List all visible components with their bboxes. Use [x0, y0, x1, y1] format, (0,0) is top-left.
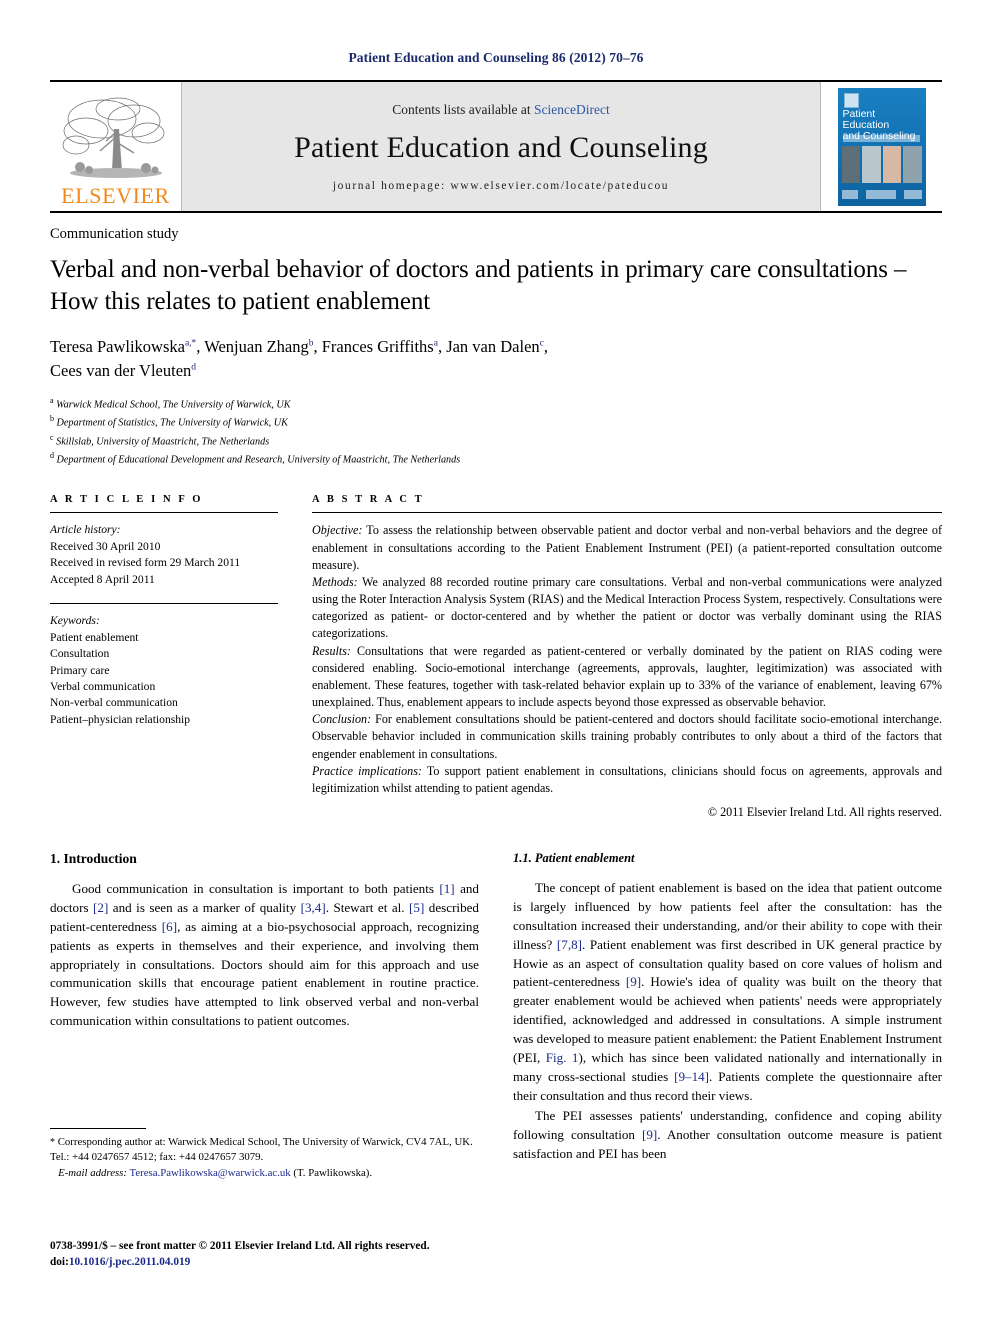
- article-title: Verbal and non-verbal behavior of doctor…: [50, 256, 907, 315]
- author-name[interactable]: Teresa Pawlikowska: [50, 337, 185, 356]
- footnote-divider: [50, 1128, 146, 1129]
- keyword-item: Verbal communication: [50, 679, 156, 693]
- cover-footer-logos: [841, 188, 922, 201]
- affiliation-item: b Department of Statistics, The Universi…: [50, 414, 288, 429]
- citation-link[interactable]: [9]: [642, 1127, 657, 1142]
- elsevier-logo: ELSEVIER: [50, 82, 182, 211]
- paragraph: The PEI assesses patients' understanding…: [513, 1108, 942, 1162]
- journal-article-page: Patient Education and Counseling 86 (201…: [0, 0, 992, 1323]
- article-history-label: Article history:: [50, 523, 121, 537]
- running-head: Patient Education and Counseling 86 (201…: [348, 50, 644, 65]
- keywords-label: Keywords:: [50, 614, 100, 628]
- corresponding-author-note: * Corresponding author at: Warwick Medic…: [50, 1136, 473, 1179]
- journal-homepage-link[interactable]: journal homepage: www.elsevier.com/locat…: [333, 180, 669, 192]
- figure-link[interactable]: Fig. 1: [546, 1050, 579, 1065]
- keyword-item: Consultation: [50, 647, 110, 661]
- author-list: Teresa Pawlikowskaa,*, Wenjuan Zhangb, F…: [50, 337, 548, 380]
- abstract-methods: Methods: We analyzed 88 recorded routine…: [312, 574, 942, 641]
- author-affil-marker: c: [539, 338, 544, 349]
- body-column-left: 1. Introduction Good communication in co…: [50, 851, 479, 1166]
- affiliation-list: a Warwick Medical School, The University…: [50, 395, 942, 469]
- citation-link[interactable]: [2]: [93, 900, 108, 915]
- history-item: Accepted 8 April 2011: [50, 572, 155, 586]
- article-history-block: Article history: Received 30 April 2010 …: [50, 513, 278, 588]
- contents-prefix: Contents lists available at: [392, 101, 531, 117]
- sciencedirect-link[interactable]: ScienceDirect: [534, 102, 610, 117]
- author-name[interactable]: Jan van Dalen: [446, 337, 539, 356]
- keyword-item: Primary care: [50, 663, 110, 677]
- author-name[interactable]: Wenjuan Zhang: [204, 337, 309, 356]
- citation-link[interactable]: [5]: [409, 900, 424, 915]
- abstract-copyright: © 2011 Elsevier Ireland Ltd. All rights …: [707, 805, 942, 820]
- article-info-heading: A R T I C L E I N F O: [50, 494, 204, 506]
- info-abstract-region: A R T I C L E I N F O Article history: R…: [50, 494, 942, 821]
- elsevier-wordmark: ELSEVIER: [61, 183, 170, 208]
- keyword-item: Non-verbal communication: [50, 696, 178, 710]
- keywords-block: Keywords: Patient enablement Consultatio…: [50, 604, 278, 728]
- abstract-conclusion: Conclusion: For enablement consultations…: [312, 712, 942, 761]
- paragraph: The concept of patient enablement is bas…: [513, 880, 942, 1103]
- cover-subtitle-bar: [842, 134, 920, 142]
- doi-line: doi:10.1016/j.pec.2011.04.019: [50, 1256, 191, 1269]
- journal-title: Patient Education and Counseling: [294, 130, 708, 164]
- article-info-column: A R T I C L E I N F O Article history: R…: [50, 494, 278, 821]
- affiliation-item: a Warwick Medical School, The University…: [50, 395, 291, 411]
- citation-link[interactable]: [1]: [439, 881, 454, 896]
- imprint-block: 0738-3991/$ – see front matter © 2011 El…: [50, 1238, 550, 1270]
- citation-link[interactable]: [7,8]: [557, 937, 582, 952]
- citation-link[interactable]: [9–14]: [674, 1069, 709, 1084]
- abstract-results: Results: Consultations that were regarde…: [312, 643, 942, 710]
- citation-link[interactable]: [9]: [626, 974, 641, 989]
- footnote-area: * Corresponding author at: Warwick Medic…: [50, 1128, 479, 1181]
- author-affil-marker: d: [191, 362, 197, 373]
- abstract-body: Objective: To assess the relationship be…: [312, 513, 942, 821]
- paragraph: Good communication in consultation is im…: [50, 881, 480, 1029]
- abstract-objective: Objective: To assess the relationship be…: [312, 523, 942, 572]
- subsection-heading-patient-enablement: 1.1. Patient enablement: [513, 851, 635, 866]
- history-item: Received 30 April 2010: [50, 539, 161, 553]
- article-type: Communication study: [50, 226, 179, 242]
- citation-link[interactable]: [6]: [162, 919, 177, 934]
- doi-link[interactable]: 10.1016/j.pec.2011.04.019: [69, 1256, 190, 1268]
- journal-cover-thumbnail: Patient Education and Counseling: [820, 82, 942, 211]
- author-name[interactable]: Frances Griffiths: [322, 337, 434, 356]
- affiliation-item: d Department of Educational Development …: [50, 450, 461, 466]
- author-name[interactable]: Cees van der Vleuten: [50, 361, 191, 380]
- author-affil-marker: a: [433, 338, 438, 349]
- elsevier-tree-icon: [56, 93, 176, 185]
- body-column-right: 1.1. Patient enablement The concept of p…: [513, 851, 942, 1166]
- email-label: E-mail address:: [58, 1166, 127, 1179]
- abstract-column: A B S T R A C T Objective: To assess the…: [312, 494, 942, 821]
- article-body: 1. Introduction Good communication in co…: [50, 851, 942, 1166]
- affiliation-item: c Skillslab, University of Maastricht, T…: [50, 432, 270, 447]
- keyword-item: Patient–physician relationship: [50, 712, 191, 726]
- cover-photo-strip: [841, 145, 922, 183]
- masthead-center: Contents lists available at ScienceDirec…: [182, 82, 820, 211]
- journal-masthead: ELSEVIER Contents lists available at Sci…: [50, 80, 942, 213]
- abstract-practice-implications: Practice implications: To support patien…: [312, 763, 943, 795]
- author-affil-marker: a,*: [184, 338, 197, 349]
- citation-link[interactable]: [3,4]: [301, 900, 326, 915]
- author-affil-marker: b: [308, 338, 314, 349]
- contents-available-line: Contents lists available at ScienceDirec…: [392, 102, 609, 118]
- issn-front-matter: 0738-3991/$ – see front matter © 2011 El…: [50, 1240, 430, 1252]
- section-heading-introduction: 1. Introduction: [50, 851, 137, 867]
- cover-elsevier-icon: [843, 92, 859, 108]
- abstract-heading: A B S T R A C T: [312, 494, 425, 506]
- corresponding-author-email-link[interactable]: Teresa.Pawlikowska@warwick.ac.uk: [130, 1167, 291, 1179]
- cover-image: Patient Education and Counseling: [837, 87, 926, 206]
- keyword-item: Patient enablement: [50, 630, 139, 644]
- history-item: Received in revised form 29 March 2011: [50, 556, 241, 570]
